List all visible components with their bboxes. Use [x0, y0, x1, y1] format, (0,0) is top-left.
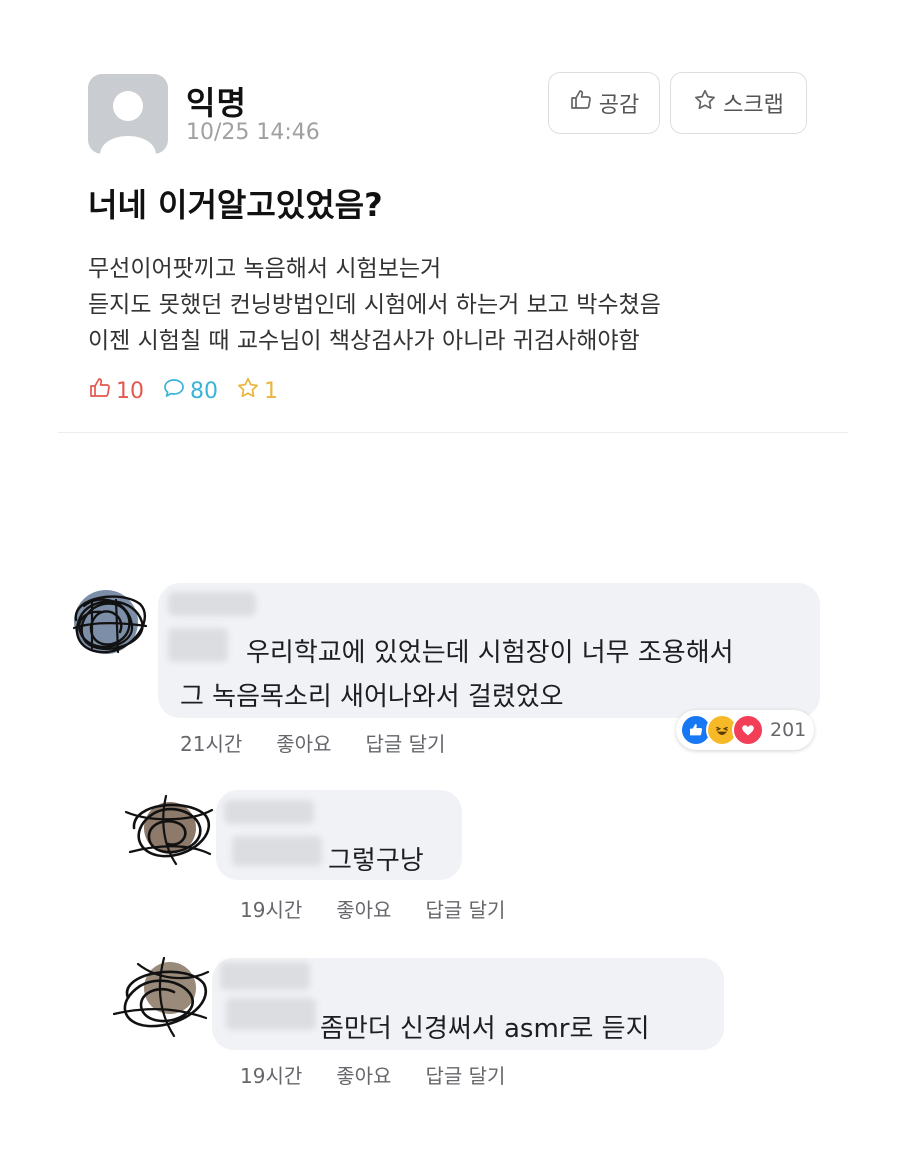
author-name: 익명	[186, 84, 247, 122]
redacted-name	[220, 962, 310, 990]
reaction-summary[interactable]: 201	[676, 710, 815, 750]
speech-bubble-icon	[162, 376, 186, 406]
redacted-name	[168, 592, 256, 616]
commenter-avatar	[62, 582, 154, 666]
redacted-name	[226, 998, 316, 1030]
post-body-line: 이젠 시험칠 때 교수님이 책상검사가 아니라 귀검사해야함	[88, 328, 640, 354]
comment-reply-link[interactable]: 답글 달기	[425, 894, 505, 923]
comment-time: 19시간	[240, 898, 303, 922]
redacted-name	[168, 628, 228, 662]
comment-like-link[interactable]: 좋아요	[336, 1060, 391, 1089]
comment-like-link[interactable]: 좋아요	[276, 728, 331, 757]
thumbs-up-icon	[88, 376, 112, 406]
comment-time: 19시간	[240, 1064, 303, 1088]
commenter-avatar	[120, 792, 216, 868]
fb-love-reaction-icon	[732, 714, 764, 746]
post-stats: 10 80 1	[88, 376, 296, 406]
comment-meta: 21시간 좋아요 답글 달기	[180, 728, 445, 757]
like-button-label: 공감	[598, 93, 640, 118]
comment-text: 그렇구낭	[328, 846, 424, 876]
comment-count-value: 80	[190, 378, 218, 404]
thumbs-up-icon	[569, 88, 593, 118]
star-icon	[236, 376, 260, 406]
scrap-button-label: 스크랩	[723, 93, 784, 118]
post-timestamp: 10/25 14:46	[186, 120, 320, 145]
like-count-value: 10	[116, 378, 144, 404]
like-count: 10	[88, 376, 144, 406]
post-body-line: 듣지도 못했던 컨닝방법인데 시험에서 하는거 보고 박수쳤음	[88, 292, 661, 318]
author-avatar	[88, 74, 168, 154]
comment-text: 우리학교에 있었는데 시험장이 너무 조용해서	[246, 638, 734, 668]
star-icon	[693, 88, 717, 118]
comment-like-link[interactable]: 좋아요	[336, 894, 391, 923]
comment-text: 그 녹음목소리 새어나와서 걸렸었오	[180, 682, 564, 712]
scrap-count: 1	[236, 376, 278, 406]
post-title: 너네 이거알고있었음?	[88, 186, 383, 224]
like-button[interactable]: 공감	[548, 72, 660, 134]
comment-meta: 19시간 좋아요 답글 달기	[240, 1060, 505, 1089]
comment-meta: 19시간 좋아요 답글 달기	[240, 894, 505, 923]
comment-time: 21시간	[180, 732, 243, 756]
comment-text: 좀만더 신경써서 asmr로 듣지	[320, 1014, 650, 1044]
redacted-name	[232, 836, 322, 866]
comment-count: 80	[162, 376, 218, 406]
post-divider	[58, 432, 848, 433]
comment-reply-link[interactable]: 답글 달기	[365, 728, 445, 757]
post-body-line: 무선이어팟끼고 녹음해서 시험보는거	[88, 256, 442, 282]
commenter-avatar	[108, 956, 212, 1038]
comment-reply-link[interactable]: 답글 달기	[425, 1060, 505, 1089]
redacted-name	[224, 800, 314, 824]
scrap-button[interactable]: 스크랩	[670, 72, 807, 134]
reaction-count: 201	[770, 719, 807, 741]
scrap-count-value: 1	[264, 378, 278, 404]
